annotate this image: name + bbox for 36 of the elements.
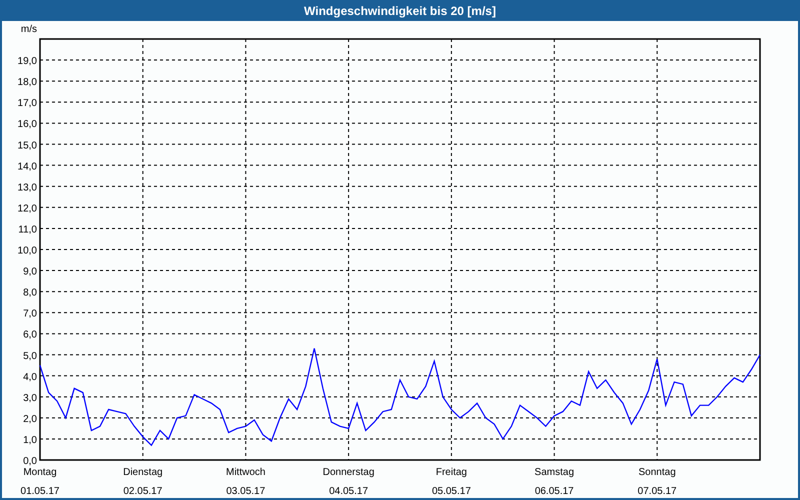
y-tick-label: 18,0 <box>18 77 37 88</box>
date-label: 01.05.17 <box>20 486 60 497</box>
y-tick-label: 19,0 <box>18 56 37 68</box>
y-tick-label: 2,0 <box>23 414 37 425</box>
y-tick-label: 10,0 <box>18 246 37 256</box>
date-label: 07.05.17 <box>638 486 677 497</box>
weekday-label: Mittwoch <box>226 467 266 478</box>
date-label: 03.05.17 <box>226 486 266 497</box>
y-tick-label: 4,0 <box>23 372 37 383</box>
y-tick-label: 12,0 <box>18 203 37 214</box>
date-label: 05.05.17 <box>432 486 471 497</box>
y-tick-label: 16,0 <box>18 119 37 130</box>
y-tick-label: 8,0 <box>23 288 37 299</box>
y-tick-label: 13,0 <box>18 182 37 194</box>
date-label: 02.05.17 <box>123 486 162 497</box>
y-tick-label: 0,0 <box>23 456 37 467</box>
weekday-label: Montag <box>23 467 57 478</box>
y-tick-label: 11,0 <box>18 224 37 236</box>
date-label: 06.05.17 <box>534 486 574 497</box>
y-tick-label: 6,0 <box>23 330 37 341</box>
y-tick-label: 5,0 <box>23 350 37 362</box>
y-tick-label: 7,0 <box>23 308 37 320</box>
weekday-label: Sonntag <box>638 467 676 478</box>
window-title: Windgeschwindigkeit bis 20 [m/s] <box>303 2 497 20</box>
weekday-label: Samstag <box>534 467 574 478</box>
date-label: 04.05.17 <box>329 486 368 497</box>
y-tick-label: 1,0 <box>23 434 37 446</box>
y-tick-label: 3,0 <box>23 392 37 404</box>
y-tick-label: 9,0 <box>23 266 37 278</box>
y-axis-unit: m/s <box>20 24 37 35</box>
weekday-label: Dienstag <box>123 467 163 478</box>
weekday-label: Donnerstag <box>322 467 374 478</box>
weekday-label: Freitag <box>436 467 467 478</box>
y-tick-label: 14,0 <box>18 161 37 172</box>
y-tick-label: 17,0 <box>18 98 37 110</box>
y-tick-label: 15,0 <box>18 140 37 152</box>
